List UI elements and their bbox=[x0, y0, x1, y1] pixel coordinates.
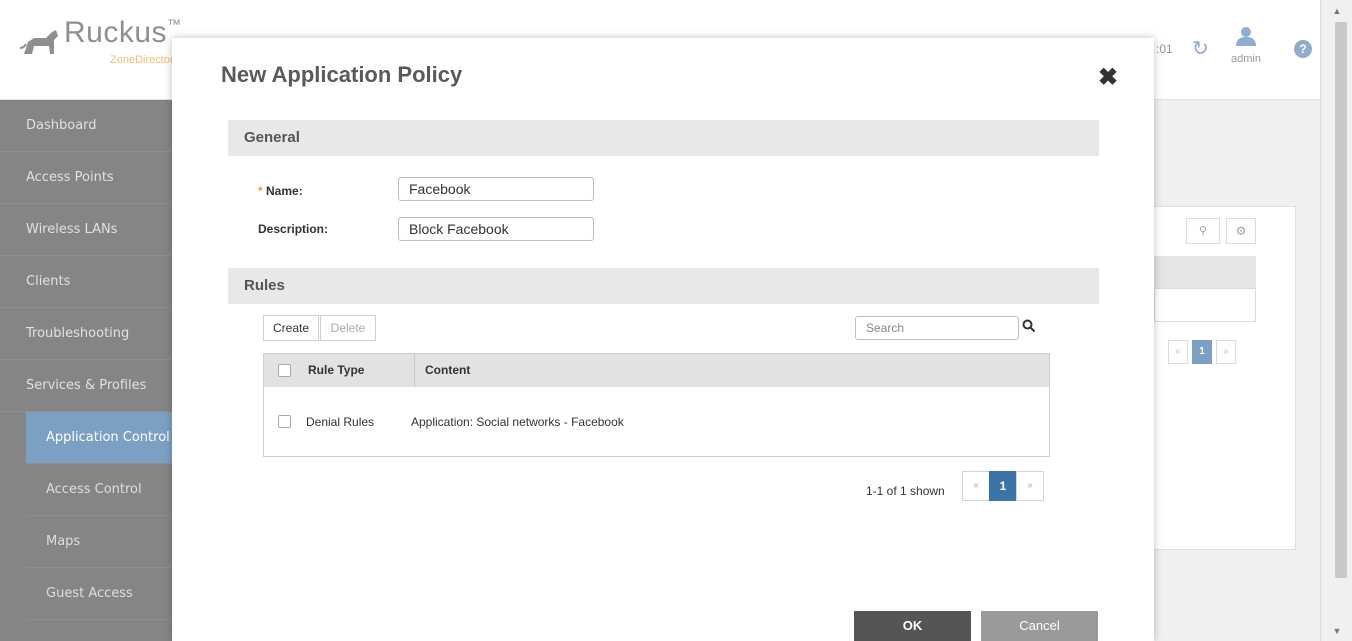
rules-section-header: Rules bbox=[228, 268, 1099, 304]
column-divider bbox=[414, 354, 415, 387]
scroll-up-arrow-icon[interactable]: ▲ bbox=[1321, 6, 1352, 16]
scroll-thumb[interactable] bbox=[1335, 22, 1347, 578]
column-header-content[interactable]: Content bbox=[425, 363, 470, 377]
ok-button[interactable]: OK bbox=[854, 611, 971, 641]
description-field[interactable] bbox=[398, 217, 594, 241]
general-section-header: General bbox=[228, 120, 1099, 156]
name-label: * Name: bbox=[258, 184, 303, 198]
rules-heading: Rules bbox=[244, 277, 285, 294]
rules-pager: « 1 » bbox=[962, 471, 1044, 501]
general-heading: General bbox=[244, 129, 300, 146]
row-checkbox[interactable] bbox=[278, 415, 291, 428]
select-all-checkbox[interactable] bbox=[278, 364, 291, 377]
description-label: Description: bbox=[258, 222, 329, 236]
rules-table: Rule Type Content Denial Rules Applicati… bbox=[263, 353, 1050, 457]
content-cell: Application: Social networks - Facebook bbox=[411, 415, 624, 429]
name-field[interactable] bbox=[398, 177, 594, 201]
rules-table-header: Rule Type Content bbox=[264, 354, 1049, 387]
page-scrollbar[interactable]: ▲ ▼ bbox=[1320, 0, 1352, 641]
create-rule-button[interactable]: Create bbox=[263, 315, 319, 341]
scroll-down-arrow-icon[interactable]: ▼ bbox=[1321, 626, 1352, 636]
new-application-policy-dialog: New Application Policy ✖ General * Name:… bbox=[172, 38, 1154, 641]
dialog-title: New Application Policy bbox=[221, 62, 463, 87]
rule-type-cell: Denial Rules bbox=[306, 415, 375, 429]
cancel-button[interactable]: Cancel bbox=[981, 611, 1098, 641]
rules-search-input[interactable] bbox=[855, 316, 1019, 340]
close-icon[interactable]: ✖ bbox=[1096, 66, 1120, 90]
pager-info: 1-1 of 1 shown bbox=[866, 484, 945, 498]
column-header-rule-type[interactable]: Rule Type bbox=[308, 363, 364, 377]
pager-prev-button[interactable]: « bbox=[962, 471, 990, 501]
delete-rule-button[interactable]: Delete bbox=[320, 315, 376, 341]
required-mark: * bbox=[258, 184, 263, 198]
pager-page-button[interactable]: 1 bbox=[989, 471, 1017, 501]
pager-next-button[interactable]: » bbox=[1016, 471, 1044, 501]
search-icon[interactable] bbox=[1022, 319, 1036, 333]
